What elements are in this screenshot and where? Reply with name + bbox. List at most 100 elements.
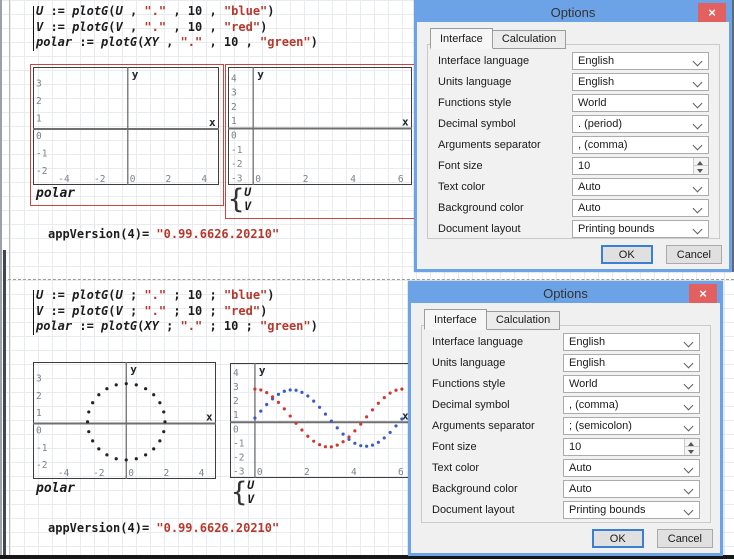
close-icon[interactable]: × — [689, 284, 717, 303]
y-tick-label: 3 — [233, 382, 239, 393]
appversion-line-1[interactable]: appVersion(4)= "0.99.6626.20210" — [48, 227, 279, 243]
document-layout-select[interactable]: Printing bounds — [563, 501, 700, 519]
interface-language-select[interactable]: English — [563, 333, 700, 351]
plot-polar-2[interactable]: 3210-1-2-4-2024yx — [33, 362, 216, 479]
code-token: 4 — [127, 227, 134, 241]
options-dialog-top: Options× InterfaceCalculationInterface la… — [414, 0, 732, 272]
decimal-symbol-select[interactable]: . (period) — [572, 115, 709, 133]
text-color-select[interactable]: Auto — [572, 178, 709, 196]
select-value: Auto — [578, 181, 601, 193]
plot-uv-1[interactable]: 43210-1-2-30246yx — [228, 67, 412, 185]
u-label: U — [247, 479, 254, 493]
option-row-decimal-symbol: Decimal symbol. (period) — [428, 113, 719, 134]
data-point — [144, 453, 147, 456]
code-token: 10 — [188, 304, 202, 318]
cancel-button[interactable]: Cancel — [666, 245, 722, 264]
tab-interface[interactable]: Interface — [430, 28, 493, 49]
code-token: ( — [108, 304, 115, 318]
y-tick-label: -1 — [233, 438, 245, 449]
code-token: ( — [108, 4, 115, 18]
plot-uv-2[interactable]: 43210-1-2-30246yx — [230, 363, 412, 478]
option-row-interface-language: Interface languageEnglish — [428, 50, 719, 71]
tab-calculation[interactable]: Calculation — [493, 30, 566, 49]
x-tick-label: 4 — [201, 174, 207, 185]
code-line[interactable]: U := plotG(U , "." , 10 , "blue") — [36, 4, 318, 20]
code-token: ; — [123, 304, 145, 318]
data-point — [377, 402, 380, 405]
code-line[interactable]: V := plotG(V , "." , 10 , "red") — [36, 20, 318, 36]
chevron-down-icon — [684, 505, 694, 515]
x-tick-label: 0 — [257, 467, 263, 478]
x-tick-label: 4 — [199, 468, 205, 479]
chevron-down-icon — [684, 400, 694, 410]
text-color-select[interactable]: Auto — [563, 459, 700, 477]
chevron-down-icon — [684, 379, 694, 389]
decimal-symbol-select[interactable]: , (comma) — [563, 396, 700, 414]
background-color-select[interactable]: Auto — [563, 480, 700, 498]
option-label: Interface language — [432, 336, 563, 348]
y-tick-label: 2 — [36, 391, 42, 402]
code-token: 4 — [127, 521, 134, 535]
tab-interface[interactable]: Interface — [424, 309, 487, 330]
data-point — [163, 420, 166, 423]
data-point — [135, 457, 138, 460]
select-value: , (comma) — [578, 139, 628, 151]
code-token: plotG — [72, 4, 108, 18]
v-label: V — [247, 493, 254, 507]
font-size-spinner[interactable]: 10 — [572, 157, 709, 175]
spinner-up-icon[interactable] — [685, 439, 699, 448]
functions-style-select[interactable]: World — [572, 94, 709, 112]
ok-button[interactable]: OK — [592, 529, 644, 548]
functions-style-select[interactable]: World — [563, 375, 700, 393]
x-tick-label: 0 — [255, 174, 261, 185]
code-block-1[interactable]: U := plotG(U , "." , 10 , "blue")V := pl… — [36, 4, 318, 51]
code-block-2[interactable]: U := plotG(U ; "." ; 10 ; "blue")V := pl… — [36, 288, 318, 335]
cancel-button[interactable]: Cancel — [657, 529, 713, 548]
document-layout-select[interactable]: Printing bounds — [572, 220, 709, 238]
ok-button[interactable]: OK — [601, 245, 653, 264]
data-point — [253, 416, 256, 419]
units-language-select[interactable]: English — [572, 73, 709, 91]
chevron-down-icon — [693, 77, 703, 87]
data-point — [91, 401, 94, 404]
data-point — [353, 442, 356, 445]
dialog-titlebar[interactable]: Options× — [417, 3, 729, 22]
chevron-down-icon — [693, 56, 703, 66]
data-point — [336, 426, 339, 429]
tab-calculation[interactable]: Calculation — [487, 311, 560, 330]
option-row-text-color: Text colorAuto — [422, 457, 710, 478]
data-point — [91, 439, 94, 442]
units-language-select[interactable]: English — [563, 354, 700, 372]
font-size-spinner[interactable]: 10 — [563, 438, 700, 456]
appversion-line-2[interactable]: appVersion(4)= "0.99.6626.20210" — [48, 521, 279, 537]
y-tick-label: -2 — [36, 460, 47, 471]
dialog-titlebar[interactable]: Options× — [411, 284, 720, 303]
code-token: "." — [144, 304, 166, 318]
spinner-up-icon[interactable] — [694, 158, 708, 167]
spinner-down-icon[interactable] — [694, 166, 708, 174]
options-dialog-bottom: Options× InterfaceCalculation Interface la… — [408, 281, 723, 556]
code-line[interactable]: U := plotG(U ; "." ; 10 ; "blue") — [36, 288, 318, 304]
plot-polar-1[interactable]: 3210-1-2-4-2024yx — [33, 67, 219, 185]
code-line[interactable]: appVersion(4)= "0.99.6626.20210" — [48, 227, 279, 243]
close-icon[interactable]: × — [698, 3, 726, 22]
x-tick-label: -2 — [94, 174, 105, 185]
x-tick-label: -2 — [93, 468, 104, 479]
code-line[interactable]: polar := plotG(XY ; "." ; 10 ; "green") — [36, 319, 318, 335]
y-tick-label: 2 — [231, 102, 237, 113]
background-color-select[interactable]: Auto — [572, 199, 709, 217]
code-token: ; — [202, 288, 224, 302]
code-token: "red" — [224, 20, 260, 34]
code-token: ; — [202, 304, 224, 318]
chevron-down-icon — [693, 224, 703, 234]
data-point — [336, 444, 339, 447]
code-token: "." — [181, 319, 203, 333]
code-line[interactable]: polar := plotG(XY , "." , 10 , "green") — [36, 35, 318, 51]
spinner-down-icon[interactable] — [685, 447, 699, 455]
interface-language-select[interactable]: English — [572, 52, 709, 70]
code-line[interactable]: V := plotG(V ; "." ; 10 ; "red") — [36, 304, 318, 320]
option-label: Functions style — [432, 378, 563, 390]
arguments-separator-select[interactable]: , (comma) — [572, 136, 709, 154]
arguments-separator-select[interactable]: ; (semicolon) — [563, 417, 700, 435]
code-line[interactable]: appVersion(4)= "0.99.6626.20210" — [48, 521, 279, 537]
